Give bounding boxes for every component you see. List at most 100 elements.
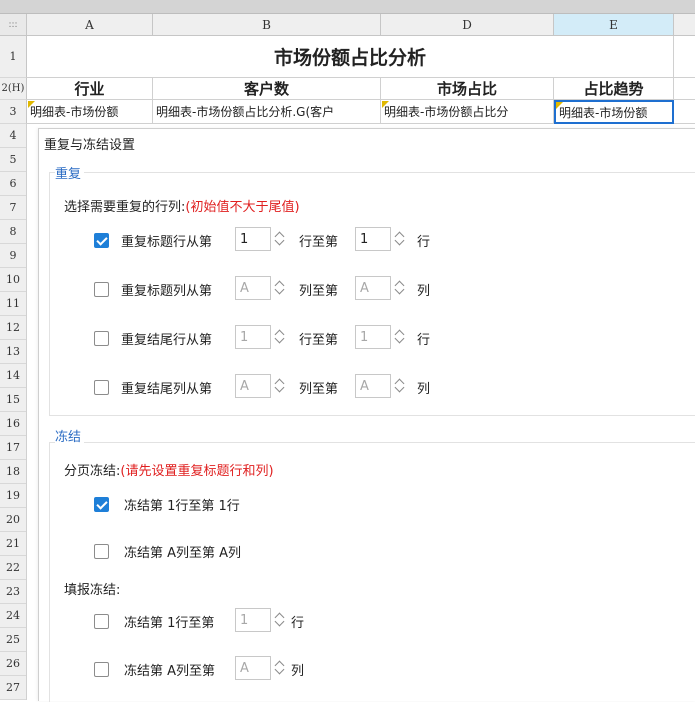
page-freeze-column-checkbox[interactable] xyxy=(94,544,109,559)
fill-freeze-column-checkbox[interactable] xyxy=(94,662,109,677)
repeat-footer-column-unit: 列 xyxy=(417,382,431,397)
row-header-17[interactable]: 17 xyxy=(0,436,27,460)
fill-freeze-row-label: 冻结第 1行至第 xyxy=(124,616,215,631)
page-freeze-row-checkbox[interactable] xyxy=(94,497,109,512)
page-freeze-row-label: 冻结第 1行至第 1行 xyxy=(124,499,240,514)
row-header-27[interactable]: 27 xyxy=(0,676,27,700)
select-all-corner[interactable]: ::: xyxy=(0,14,27,36)
repeat-footer-column-to-stepper[interactable] xyxy=(393,374,408,398)
repeat-freeze-dialog: 重复与冻结设置 重复 选择需要重复的行列:(初始值不大于尾值) 重复标题行从第 … xyxy=(38,128,695,702)
repeat-footer-column-label: 重复结尾列从第 xyxy=(121,382,213,397)
data-cell-market-share[interactable]: 明细表-市场份额占比分 xyxy=(381,100,554,124)
row-header-18[interactable]: 18 xyxy=(0,460,27,484)
row-header-25[interactable]: 25 xyxy=(0,628,27,652)
column-header-b[interactable]: B xyxy=(153,14,381,36)
row-header-16[interactable]: 16 xyxy=(0,412,27,436)
repeat-title-row-to-stepper[interactable] xyxy=(393,227,408,251)
repeat-title-row-from-input[interactable]: 1 xyxy=(235,227,271,251)
repeat-footer-row-to-stepper[interactable] xyxy=(393,325,408,349)
repeat-title-row-mid-label: 行至第 xyxy=(299,235,339,250)
row-header-12[interactable]: 12 xyxy=(0,316,27,340)
fill-freeze-row-stepper[interactable] xyxy=(273,608,288,632)
repeat-title-column-mid-label: 列至第 xyxy=(299,284,339,299)
row-header-8[interactable]: 8 xyxy=(0,220,27,244)
row-header-10[interactable]: 10 xyxy=(0,268,27,292)
row-header-5[interactable]: 5 xyxy=(0,148,27,172)
data-cell-industry[interactable]: 明细表-市场份额 xyxy=(27,100,153,124)
empty-cell[interactable] xyxy=(674,36,695,78)
repeat-title-column-label: 重复标题列从第 xyxy=(121,284,213,299)
repeat-title-row-label: 重复标题行从第 xyxy=(121,235,213,250)
expand-marker-icon xyxy=(556,102,563,109)
column-header-next[interactable] xyxy=(674,14,695,36)
row-header-20[interactable]: 20 xyxy=(0,508,27,532)
repeat-footer-row-from-stepper[interactable] xyxy=(273,325,288,349)
title-cell[interactable]: 市场份额占比分析 xyxy=(27,36,674,78)
repeat-title-row-to-input[interactable]: 1 xyxy=(355,227,391,251)
repeat-footer-column-from-stepper[interactable] xyxy=(273,374,288,398)
row-header-14[interactable]: 14 xyxy=(0,364,27,388)
page-freeze-column-label: 冻结第 A列至第 A列 xyxy=(124,546,242,561)
fill-freeze-row-input[interactable]: 1 xyxy=(235,608,271,632)
row-header-4[interactable]: 4 xyxy=(0,124,27,148)
data-cell-trend-active[interactable]: 明细表-市场份额 xyxy=(554,100,674,124)
empty-cell[interactable] xyxy=(674,78,695,100)
fill-freeze-row-unit: 行 xyxy=(291,616,305,631)
page-freeze-hint: (请先设置重复标题行和列) xyxy=(120,464,274,479)
empty-cell[interactable] xyxy=(674,100,695,124)
header-cell-trend[interactable]: 占比趋势 xyxy=(554,78,674,100)
repeat-title-column-checkbox[interactable] xyxy=(94,282,109,297)
row-header-11[interactable]: 11 xyxy=(0,292,27,316)
header-cell-customers[interactable]: 客户数 xyxy=(153,78,381,100)
header-cell-market-share[interactable]: 市场占比 xyxy=(381,78,554,100)
repeat-title-row-from-stepper[interactable] xyxy=(273,227,288,251)
header-cell-industry[interactable]: 行业 xyxy=(27,78,153,100)
row-header-26[interactable]: 26 xyxy=(0,652,27,676)
repeat-title-column-from-stepper[interactable] xyxy=(273,276,288,300)
repeat-footer-column-from-input[interactable]: A xyxy=(235,374,271,398)
repeat-footer-row-to-input[interactable]: 1 xyxy=(355,325,391,349)
row-header-15[interactable]: 15 xyxy=(0,388,27,412)
column-header-a[interactable]: A xyxy=(27,14,153,36)
repeat-title-column-from-input[interactable]: A xyxy=(235,276,271,300)
column-header-e[interactable]: E xyxy=(554,14,674,36)
fill-freeze-prompt: 填报冻结: xyxy=(64,583,121,598)
row-header-19[interactable]: 19 xyxy=(0,484,27,508)
row-header-21[interactable]: 21 xyxy=(0,532,27,556)
row-header-23[interactable]: 23 xyxy=(0,580,27,604)
repeat-footer-row-from-input[interactable]: 1 xyxy=(235,325,271,349)
row-header-7[interactable]: 7 xyxy=(0,196,27,220)
repeat-footer-column-to-input[interactable]: A xyxy=(355,374,391,398)
page-freeze-prompt: 分页冻结:(请先设置重复标题行和列) xyxy=(64,464,274,479)
expand-marker-icon xyxy=(28,101,35,108)
repeat-hint: (初始值不大于尾值) xyxy=(185,200,300,215)
repeat-title-row-unit: 行 xyxy=(417,235,431,250)
row-header-6[interactable]: 6 xyxy=(0,172,27,196)
row-header-2[interactable]: 2(H) xyxy=(0,78,27,100)
fill-freeze-column-label: 冻结第 A列至第 xyxy=(124,664,216,679)
data-cell-customers[interactable]: 明细表-市场份额占比分析.G(客户 xyxy=(153,100,381,124)
row-header-1[interactable]: 1 xyxy=(0,36,27,78)
repeat-footer-column-checkbox[interactable] xyxy=(94,380,109,395)
repeat-title-row-checkbox[interactable] xyxy=(94,233,109,248)
toolbar-strip xyxy=(0,0,695,14)
column-header-d[interactable]: D xyxy=(381,14,554,36)
row-header-9[interactable]: 9 xyxy=(0,244,27,268)
fill-freeze-column-input[interactable]: A xyxy=(235,656,271,680)
fill-freeze-column-unit: 列 xyxy=(291,664,305,679)
repeat-title-column-to-stepper[interactable] xyxy=(393,276,408,300)
repeat-prompt: 选择需要重复的行列:(初始值不大于尾值) xyxy=(64,200,300,215)
freeze-section-label: 冻结 xyxy=(55,426,85,445)
row-header-24[interactable]: 24 xyxy=(0,604,27,628)
repeat-title-column-to-input[interactable]: A xyxy=(355,276,391,300)
repeat-section-label: 重复 xyxy=(55,163,85,182)
fill-freeze-row-checkbox[interactable] xyxy=(94,614,109,629)
row-header-3[interactable]: 3 xyxy=(0,100,27,124)
repeat-footer-row-label: 重复结尾行从第 xyxy=(121,333,213,348)
fill-freeze-column-stepper[interactable] xyxy=(273,656,288,680)
row-header-13[interactable]: 13 xyxy=(0,340,27,364)
repeat-footer-row-unit: 行 xyxy=(417,333,431,348)
row-header-22[interactable]: 22 xyxy=(0,556,27,580)
dialog-title: 重复与冻结设置 xyxy=(44,138,136,153)
repeat-footer-row-checkbox[interactable] xyxy=(94,331,109,346)
